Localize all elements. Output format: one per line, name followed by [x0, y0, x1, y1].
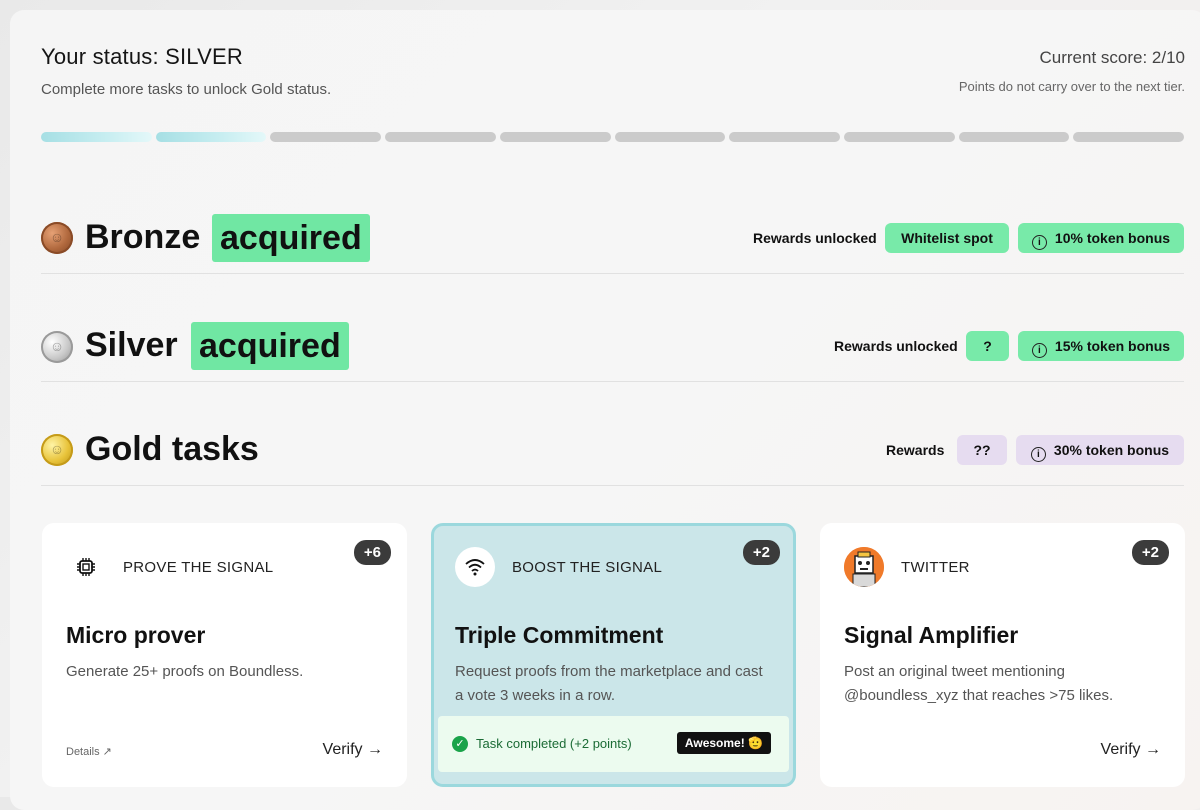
task-category: BOOST THE SIGNAL	[512, 559, 663, 576]
progress-segment	[41, 132, 152, 142]
divider	[41, 273, 1184, 274]
score-note: Points do not carry over to the next tie…	[958, 79, 1185, 94]
avatar-icon	[844, 547, 884, 587]
awesome-button[interactable]: Awesome! 🫡	[676, 732, 771, 754]
points-badge: +2	[1131, 540, 1169, 565]
wifi-icon	[455, 547, 495, 587]
current-score: Current score: 2/10	[1039, 48, 1185, 67]
completed-text: Task completed (+2 points)	[476, 736, 632, 751]
reward-whitelist-chip: Whitelist spot	[885, 223, 1009, 253]
tier-gold: ☺ Gold tasks Rewards ?? i 30% token bonus	[41, 426, 1184, 486]
rewards-label: Rewards unlocked	[753, 230, 877, 246]
reward-token-bonus-chip[interactable]: i 10% token bonus	[1018, 223, 1184, 253]
info-icon: i	[1030, 447, 1046, 462]
verify-button[interactable]: Verify →	[1101, 741, 1161, 759]
task-description: Post an original tweet mentioning @bound…	[844, 663, 1114, 704]
tier-name: Gold tasks	[85, 430, 259, 468]
tier-silver: ☺ Silver acquired Rewards unlocked ? i 15…	[41, 322, 1184, 382]
divider	[41, 381, 1184, 382]
tier-name: Bronze	[85, 218, 201, 256]
tier-bronze: ☺ Bronze acquired Rewards unlocked White…	[41, 214, 1184, 274]
divider	[41, 485, 1184, 486]
task-card-signal-amplifier[interactable]: TWITTER +2 Signal Amplifier Post an orig…	[820, 523, 1185, 787]
progress-segment	[385, 132, 496, 142]
task-category: PROVE THE SIGNAL	[123, 559, 274, 576]
acquired-badge: acquired	[191, 322, 349, 370]
progress-segment	[843, 132, 955, 142]
status-title: Your status: SILVER	[41, 44, 243, 69]
reward-mystery-chip: ?	[966, 331, 1009, 361]
progress-segment	[270, 132, 382, 142]
verify-button[interactable]: Verify →	[323, 741, 383, 759]
reward-token-bonus-chip[interactable]: i 30% token bonus	[1016, 435, 1184, 465]
reward-token-bonus-chip[interactable]: i 15% token bonus	[1018, 331, 1184, 361]
info-icon: i	[1031, 235, 1047, 250]
gold-coin-icon: ☺	[41, 434, 73, 466]
task-description: Generate 25+ proofs on Boundless.	[66, 663, 304, 680]
progress-segment	[499, 132, 611, 142]
reward-mystery-chip: ??	[957, 435, 1007, 465]
chip-icon	[66, 547, 106, 587]
task-category: TWITTER	[901, 559, 970, 576]
rewards-label: Rewards unlocked	[834, 338, 958, 354]
task-title: Signal Amplifier	[844, 622, 1019, 648]
task-card-micro-prover[interactable]: PROVE THE SIGNAL +6 Micro prover Generat…	[42, 523, 407, 787]
tier-progress-bar	[41, 132, 1185, 142]
details-link[interactable]: Details ↗	[66, 745, 112, 758]
progress-segment	[614, 132, 726, 142]
points-badge: +6	[353, 540, 391, 565]
task-title: Micro prover	[66, 622, 206, 648]
silver-coin-icon: ☺	[41, 331, 73, 363]
acquired-badge: acquired	[212, 214, 370, 262]
tier-name: Silver	[85, 326, 178, 364]
progress-segment	[1073, 132, 1185, 142]
check-circle-icon: ✓	[452, 736, 468, 752]
bronze-coin-icon: ☺	[41, 222, 73, 254]
progress-segment	[729, 132, 840, 142]
progress-segment	[155, 132, 267, 142]
progress-segment	[958, 132, 1070, 142]
task-title: Triple Commitment	[455, 622, 664, 648]
task-description: Request proofs from the marketplace and …	[455, 663, 763, 704]
points-badge: +2	[742, 540, 780, 565]
task-card-triple-commitment[interactable]: BOOST THE SIGNAL +2 Triple Commitment Re…	[431, 523, 796, 787]
task-completed-banner: ✓ Task completed (+2 points) Awesome! 🫡	[438, 716, 789, 772]
status-subtitle: Complete more tasks to unlock Gold statu…	[41, 81, 332, 98]
rewards-label: Rewards	[886, 442, 945, 458]
info-icon: i	[1031, 343, 1047, 358]
